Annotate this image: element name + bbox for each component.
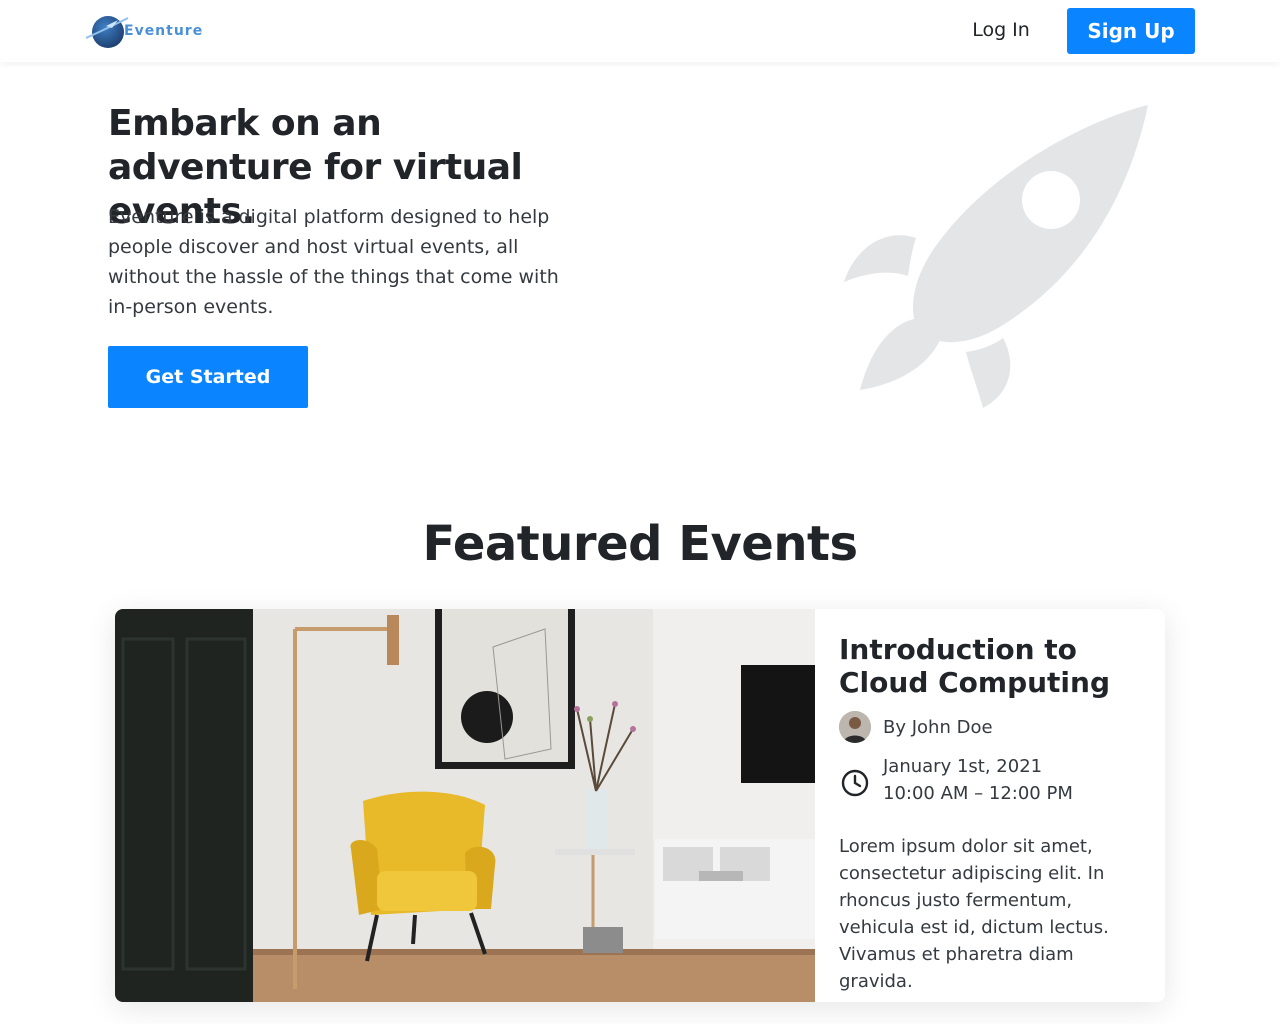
hero-description: Eventure is a digital platform designed … [108, 206, 559, 318]
event-card-body: Introduction to Cloud Computing By John … [839, 609, 1149, 1002]
event-card[interactable]: Introduction to Cloud Computing By John … [115, 609, 1165, 1002]
section-title: Featured Events [422, 516, 858, 572]
logo-text: Eventure [124, 23, 204, 39]
signup-button[interactable]: Sign Up [1067, 8, 1195, 54]
rocket-icon [838, 100, 1158, 412]
avatar [839, 711, 871, 743]
get-started-button[interactable]: Get Started [108, 346, 308, 408]
event-date: January 1st, 2021 [883, 756, 1043, 777]
event-author: By John Doe [839, 711, 993, 743]
event-datetime: January 1st, 2021 10:00 AM – 12:00 PM [839, 756, 1149, 812]
event-description: Lorem ipsum dolor sit amet, consectetur … [839, 836, 1109, 992]
event-title[interactable]: Introduction to Cloud Computing [839, 633, 1149, 699]
eventure-logo[interactable]: Eventure [84, 12, 208, 50]
event-image [115, 609, 815, 1002]
event-time: 10:00 AM – 12:00 PM [883, 783, 1073, 804]
author-name: By John Doe [883, 716, 993, 738]
login-link[interactable]: Log In [960, 14, 1042, 46]
globe-icon [84, 12, 130, 50]
clock-icon [839, 767, 871, 799]
top-navbar: Eventure Log In Sign Up [0, 0, 1280, 62]
